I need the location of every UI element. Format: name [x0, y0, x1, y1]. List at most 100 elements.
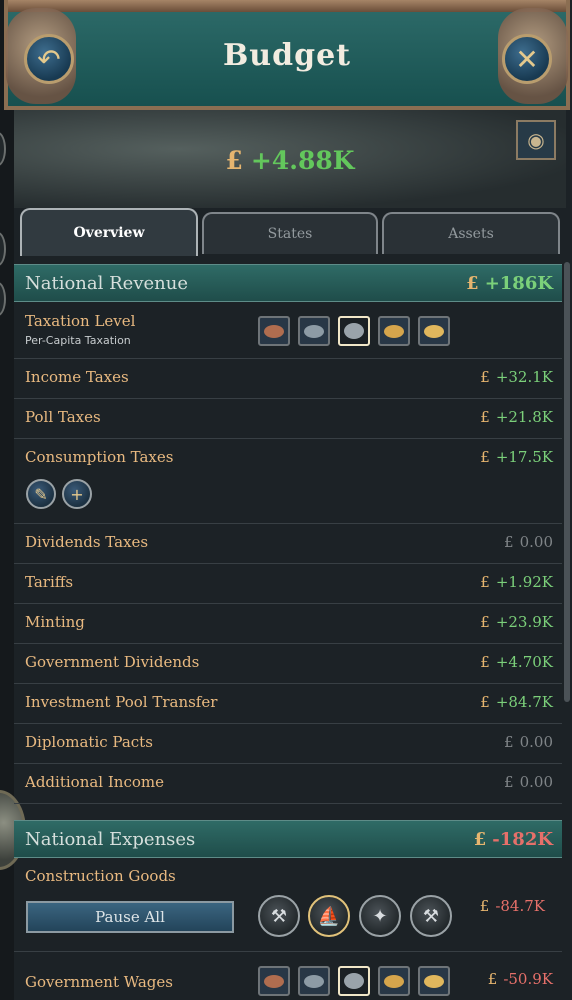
- hammer-icon: ⚒: [422, 905, 440, 927]
- bird-icon: ✦: [372, 905, 388, 927]
- window-title: Budget: [222, 38, 352, 73]
- revenue-row-government-dividends[interactable]: Government Dividends £ +4.70K: [14, 644, 562, 684]
- goods-icon: ✎: [34, 484, 48, 504]
- scrollbar[interactable]: [564, 262, 570, 702]
- gold-coin-icon: [384, 974, 404, 988]
- revenue-header[interactable]: National Revenue £ +186K: [14, 264, 562, 302]
- pound-icon: £: [466, 273, 479, 294]
- window-header: ↶ Budget ✕: [4, 0, 570, 110]
- tab-overview[interactable]: Overview: [20, 208, 198, 256]
- pound-icon: £: [479, 897, 490, 915]
- pound-icon: £: [504, 773, 514, 791]
- pound-icon: £: [487, 970, 498, 988]
- revenue-title: National Revenue: [25, 273, 188, 294]
- revenue-row-investment-pool-transfer[interactable]: Investment Pool Transfer £ +84.7K: [14, 684, 562, 724]
- pound-icon: £: [480, 448, 490, 466]
- revenue-row-income-taxes[interactable]: Income Taxes £ +32.1K: [14, 359, 562, 399]
- taxation-level-row: Taxation Level Per-Capita Taxation: [14, 303, 562, 359]
- revenue-row-dividends-taxes[interactable]: Dividends Taxes £0.00: [14, 524, 562, 564]
- coin-stack-icon: [344, 323, 364, 339]
- row-value: £ -50.9K: [487, 970, 553, 988]
- row-label: Income Taxes: [25, 368, 129, 386]
- tab-assets[interactable]: Assets: [382, 212, 560, 254]
- expense-row-government-wages[interactable]: Government Wages £ -50.9K: [14, 962, 562, 1000]
- tools-good-button[interactable]: ⚒: [258, 895, 300, 937]
- hammer-good-button[interactable]: ⚒: [410, 895, 452, 937]
- tools-icon: ⚒: [270, 905, 288, 927]
- tax-level-low[interactable]: [298, 316, 330, 346]
- gold-coin-stack-icon: [424, 974, 444, 988]
- pound-icon: £: [473, 829, 487, 850]
- row-label: Additional Income: [25, 773, 164, 791]
- row-label: Diplomatic Pacts: [25, 733, 153, 751]
- row-label: Poll Taxes: [25, 408, 101, 426]
- expenses-header[interactable]: National Expenses £ -182K: [14, 820, 562, 858]
- pound-icon: £: [225, 146, 243, 175]
- revenue-row-tariffs[interactable]: Tariffs £ +1.92K: [14, 564, 562, 604]
- plus-icon: +: [70, 484, 84, 504]
- tax-level-very-high[interactable]: [418, 316, 450, 346]
- pound-icon: £: [480, 368, 490, 386]
- tax-level-medium[interactable]: [338, 316, 370, 346]
- pound-icon: £: [480, 613, 490, 631]
- header-frame: [8, 0, 566, 12]
- pound-icon: £: [480, 573, 490, 591]
- tab-bar: Overview States Assets: [14, 208, 566, 256]
- row-label: Minting: [25, 613, 85, 631]
- revenue-row-minting[interactable]: Minting £ +23.9K: [14, 604, 562, 644]
- bird-good-button[interactable]: ✦: [359, 895, 401, 937]
- row-value: £ +4.70K: [480, 653, 553, 671]
- wage-level-very-high[interactable]: [418, 966, 450, 996]
- row-value: £ +1.92K: [480, 573, 553, 591]
- row-value: £0.00: [504, 773, 553, 791]
- row-label: Consumption Taxes: [25, 448, 174, 466]
- gold-coin-stack-icon: [424, 324, 444, 338]
- budget-banner: £ +4.88K ◉: [14, 110, 566, 208]
- revenue-row-consumption-taxes[interactable]: Consumption Taxes £ +17.5K ✎ +: [14, 439, 562, 524]
- tax-level-very-low[interactable]: [258, 316, 290, 346]
- revenue-row-diplomatic-pacts[interactable]: Diplomatic Pacts £0.00: [14, 724, 562, 764]
- wage-level-very-low[interactable]: [258, 966, 290, 996]
- taxation-level-selector: [258, 316, 450, 346]
- row-value: £0.00: [504, 733, 553, 751]
- silver-coin-icon: [304, 324, 324, 338]
- add-consumption-tax-button[interactable]: +: [62, 479, 92, 509]
- revenue-row-poll-taxes[interactable]: Poll Taxes £ +21.8K: [14, 399, 562, 439]
- row-value: £ +23.9K: [480, 613, 553, 631]
- silver-coin-icon: [304, 974, 324, 988]
- consumption-good-button[interactable]: ✎: [26, 479, 56, 509]
- close-button[interactable]: ✕: [502, 34, 552, 84]
- taxation-level-label: Taxation Level: [25, 312, 136, 330]
- coin-stack-icon: [344, 973, 364, 989]
- row-value: £ +17.5K: [480, 448, 553, 466]
- row-value: £0.00: [504, 533, 553, 551]
- row-label: Government Dividends: [25, 653, 200, 671]
- expenses-title: National Expenses: [25, 829, 196, 850]
- expenses-total: £ -182K: [473, 829, 553, 850]
- taxation-level-sublabel: Per-Capita Taxation: [25, 334, 131, 347]
- revenue-total: £ +186K: [466, 273, 553, 294]
- pound-icon: £: [480, 693, 490, 711]
- row-value: £ +84.7K: [480, 693, 553, 711]
- map-view-button[interactable]: ◉: [516, 120, 556, 160]
- copper-coin-icon: [264, 974, 284, 988]
- globe-icon: ◉: [527, 128, 545, 152]
- wage-level-medium[interactable]: [338, 966, 370, 996]
- wages-level-selector: [258, 966, 450, 996]
- row-value: £ +21.8K: [480, 408, 553, 426]
- net-balance: £ +4.88K: [14, 146, 566, 175]
- row-value: £ -84.7K: [479, 897, 545, 915]
- wage-level-low[interactable]: [298, 966, 330, 996]
- row-value: £ +32.1K: [480, 368, 553, 386]
- ship-icon: ⛵: [317, 905, 341, 927]
- pound-icon: £: [504, 733, 514, 751]
- gold-coin-icon: [384, 324, 404, 338]
- tab-states[interactable]: States: [202, 212, 378, 254]
- close-x-icon: ✕: [515, 42, 539, 76]
- pause-all-button[interactable]: Pause All: [26, 901, 234, 933]
- wage-level-high[interactable]: [378, 966, 410, 996]
- row-label: Tariffs: [25, 573, 74, 591]
- tax-level-high[interactable]: [378, 316, 410, 346]
- ship-good-button[interactable]: ⛵: [308, 895, 350, 937]
- revenue-row-additional-income[interactable]: Additional Income £0.00: [14, 764, 562, 804]
